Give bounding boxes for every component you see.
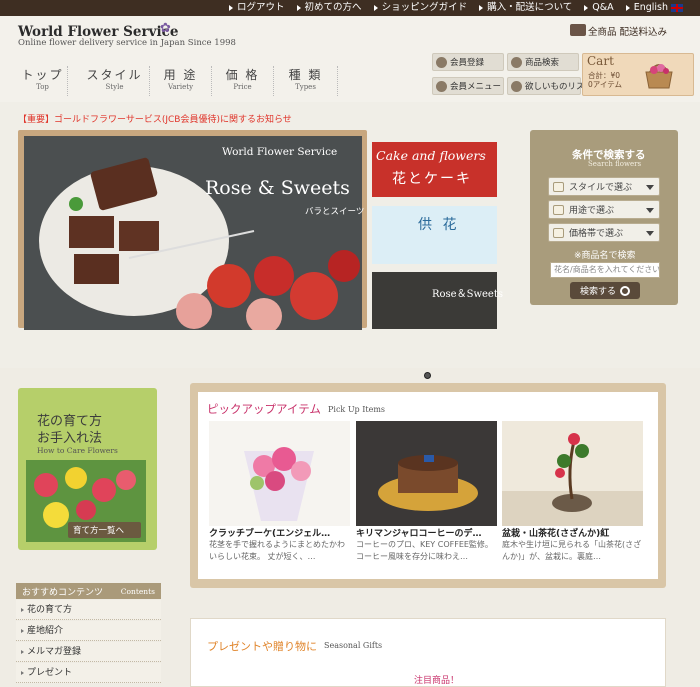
style-icon — [553, 182, 564, 192]
pin-icon — [424, 372, 431, 379]
nav-types-label: 種 類 — [288, 68, 323, 82]
nav-style-en: Style — [105, 83, 124, 91]
basket-icon — [645, 64, 673, 89]
hero-banner[interactable] — [24, 136, 362, 330]
contents-title-en: Contents — [120, 586, 155, 596]
important-notice-link[interactable]: 【重要】ゴールドフラワーサービス(JCB会員優待)に関するお知らせ — [18, 112, 292, 125]
gifts-title: プレゼントや贈り物に — [207, 640, 317, 653]
nav-top-en: Top — [36, 83, 49, 91]
gifts-title-en: Seasonal Gifts — [324, 641, 383, 650]
logo-subtitle: Online flower delivery service in Japan … — [18, 38, 236, 48]
style-select-value: スタイルで選ぶ — [569, 183, 633, 193]
heart-icon — [511, 80, 522, 92]
pickup-title: ピックアップアイテム — [207, 402, 321, 416]
nav-top[interactable]: トップ Top — [18, 66, 68, 96]
search-button-label: 検索する — [579, 287, 616, 297]
first-time-link[interactable]: 初めての方へ — [294, 0, 371, 16]
member-menu-button[interactable]: 会員メニュー — [432, 77, 504, 95]
price-select-value: 価格帯で選ぶ — [569, 229, 624, 239]
english-label: English — [633, 2, 668, 13]
rose-sweets-banner[interactable] — [372, 272, 497, 329]
contents-item[interactable]: 産地紹介 — [16, 621, 161, 641]
nav-style-label: スタイル — [86, 68, 143, 82]
cake-flowers-jp: 花とケーキ — [392, 171, 472, 187]
nav-price-label: 価 格 — [225, 68, 260, 82]
price-select[interactable]: 価格帯で選ぶ — [548, 223, 660, 242]
contents-item[interactable]: プレゼント — [16, 663, 161, 683]
product-name[interactable]: キリマンジャロコーヒーのデ… — [356, 526, 496, 539]
contents-header: おすすめコンテンツ Contents — [16, 583, 161, 599]
product-image-bonsai[interactable] — [502, 421, 643, 526]
shopping-guide-link[interactable]: ショッピングガイド — [371, 0, 477, 16]
contents-item[interactable]: 花の育て方 — [16, 600, 161, 620]
truck-icon — [570, 24, 586, 36]
care-title-2: お手入れ法 — [37, 431, 103, 446]
cart-title: Cart — [587, 54, 614, 68]
member-menu-label: 会員メニュー — [450, 82, 502, 92]
nav-price[interactable]: 価 格 Price — [212, 66, 274, 96]
search-subtitle: Search flowers — [588, 160, 642, 168]
product-description: 花茎を手で握れるようにまとめたかわいらしい花束。 丈が短く、… — [209, 540, 345, 561]
top-utility-bar: ログアウト 初めての方へ ショッピングガイド 購入・配送について Q&A Eng… — [0, 0, 700, 16]
featured-badge: 注目商品！ — [414, 676, 460, 686]
nav-types-en: Types — [295, 83, 316, 91]
cake-icon — [553, 205, 564, 215]
english-link[interactable]: English — [623, 0, 692, 16]
product-description: 庭木や生け垣に見られる「山茶花(さざんか)」が、盆栽に。裏庭… — [502, 540, 642, 561]
purpose-select-value: 用途で選ぶ — [569, 206, 615, 216]
search-icon — [511, 56, 522, 68]
nav-style[interactable]: スタイル Style — [80, 66, 150, 96]
care-list-button[interactable]: 育て方一覧へ — [68, 522, 141, 538]
product-search-label: 商品検索 — [525, 58, 560, 68]
nav-variety[interactable]: 用 途 Variety — [150, 66, 212, 96]
qa-link[interactable]: Q&A — [581, 0, 622, 16]
cake-flowers-title: Cake and flowers — [376, 148, 486, 163]
keyword-input[interactable]: 花名/商品名を入れてください — [550, 262, 660, 278]
funeral-flowers-label: 供 花 — [418, 217, 460, 233]
product-search-button[interactable]: 商品検索 — [507, 53, 579, 71]
product-name[interactable]: クラッチブーケ(エンジェル… — [209, 526, 349, 539]
shipping-notice: 全商品 配送料込み — [588, 27, 668, 38]
hero-brand: World Flower Service — [222, 146, 338, 158]
hero-title: Rose & Sweets — [205, 177, 350, 199]
register-label: 会員登録 — [450, 58, 485, 68]
nav-types[interactable]: 種 類 Types — [274, 66, 338, 96]
contents-title: おすすめコンテンツ — [22, 587, 104, 598]
member-icon — [436, 80, 447, 92]
uk-flag-icon — [671, 3, 683, 12]
nav-price-en: Price — [233, 83, 252, 91]
purpose-select[interactable]: 用途で選ぶ — [548, 200, 660, 219]
cart-items: 0アイテム — [588, 80, 623, 89]
purchase-delivery-link[interactable]: 購入・配送について — [476, 0, 581, 16]
care-en: How to Care Flowers — [37, 446, 118, 455]
search-button[interactable]: 検索する — [570, 282, 640, 299]
product-description: コーヒーのプロ、KEY COFFEE監修。コーヒー風味を存分に味わえ… — [356, 540, 493, 561]
flower-logo-icon: ✿ — [160, 21, 171, 36]
nav-top-label: トップ — [21, 68, 64, 82]
price-icon — [553, 228, 564, 238]
user-icon — [436, 56, 447, 68]
contents-item[interactable]: メルマガ登録 — [16, 642, 161, 662]
product-image-cake[interactable] — [356, 421, 497, 526]
pickup-title-en: Pick Up Items — [328, 405, 386, 414]
logout-link[interactable]: ログアウト — [226, 0, 294, 16]
product-name[interactable]: 盆栽・山茶花(さざんか)紅 — [502, 526, 642, 539]
rose-sweets-label: Rose＆Sweets — [432, 289, 503, 300]
style-select[interactable]: スタイルで選ぶ — [548, 177, 660, 196]
keyword-label: ※商品名で検索 — [574, 251, 636, 261]
magnifier-icon — [620, 285, 630, 296]
nav-variety-en: Variety — [167, 83, 194, 91]
hero-subtitle: バラとスイーツ — [305, 207, 365, 217]
product-image-bouquet[interactable] — [209, 421, 350, 526]
wishlist-button[interactable]: 欲しいものリスト — [507, 77, 593, 95]
register-button[interactable]: 会員登録 — [432, 53, 504, 71]
nav-variety-label: 用 途 — [163, 68, 198, 82]
